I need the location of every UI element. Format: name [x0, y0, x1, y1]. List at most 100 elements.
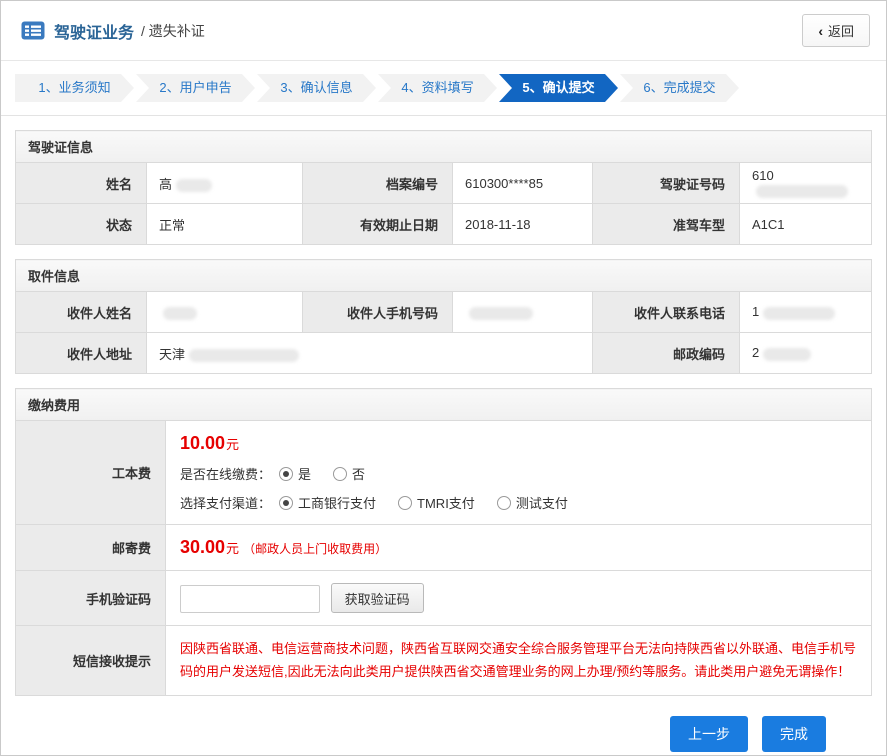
radio-pay-online-no[interactable]: 否: [333, 464, 365, 483]
field-value-expiry: 2018-11-18: [453, 204, 593, 245]
table-row: 姓名 高 档案编号 610300****85 驾驶证号码 610: [16, 163, 872, 204]
field-value-status: 正常: [147, 204, 303, 245]
sms-code-input[interactable]: [180, 585, 320, 613]
field-value-license-number: 610: [740, 163, 872, 204]
field-value-recipient-name: [147, 292, 303, 333]
page-subtitle: / 遗失补证: [141, 21, 205, 41]
field-label-postal-code: 邮政编码: [593, 333, 740, 374]
field-label-status: 状态: [16, 204, 147, 245]
radio-label: 工商银行支付: [298, 493, 376, 512]
fees-section-title: 缴纳费用: [16, 389, 872, 421]
field-value-postal-code: 2: [740, 333, 872, 374]
finish-button[interactable]: 完成: [762, 716, 826, 752]
license-info-table: 驾驶证信息 姓名 高 档案编号 610300****85 驾驶证号码 610 状…: [15, 130, 872, 245]
production-fee-unit: 元: [226, 437, 239, 452]
step-4-fill-info[interactable]: 4、资料填写: [378, 74, 497, 102]
radio-unchecked-icon: [497, 496, 511, 510]
field-label-recipient-phone: 收件人联系电话: [593, 292, 740, 333]
field-label-mailing-fee: 邮寄费: [16, 525, 166, 571]
field-label-file-number: 档案编号: [303, 163, 453, 204]
back-button[interactable]: ‹ 返回: [802, 14, 870, 47]
footer-actions: 上一步 完成: [15, 696, 872, 756]
sms-notice-cell: 因陕西省联通、电信运营商技术问题，陕西省互联网交通安全综合服务管理平台无法向持陕…: [166, 626, 872, 696]
field-value-recipient-address: 天津: [147, 333, 593, 374]
redaction-blur: [469, 307, 533, 320]
sms-code-content: 获取验证码: [166, 571, 872, 626]
pickup-info-section-title: 取件信息: [16, 260, 872, 292]
step-nav: 1、业务须知 2、用户申告 3、确认信息 4、资料填写 5、确认提交 6、完成提…: [1, 61, 886, 116]
page-title: 驾驶证业务: [54, 19, 134, 43]
production-fee-amount: 10.00: [180, 433, 225, 453]
fees-table: 缴纳费用 工本费 10.00元 是否在线缴费： 是: [15, 388, 872, 696]
step-6-complete-submit[interactable]: 6、完成提交: [620, 74, 739, 102]
mailing-fee-amount: 30.00: [180, 537, 225, 557]
step-2-user-declaration[interactable]: 2、用户申告: [136, 74, 255, 102]
step-1-business-notice[interactable]: 1、业务须知: [15, 74, 134, 102]
pay-channel-question: 选择支付渠道：: [180, 493, 271, 512]
radio-channel-tmri[interactable]: TMRI支付: [398, 493, 475, 512]
field-label-sms-notice: 短信接收提示: [16, 626, 166, 696]
production-fee-amount-line: 10.00元: [180, 433, 857, 454]
field-label-expiry: 有效期止日期: [303, 204, 453, 245]
license-info-section-title: 驾驶证信息: [16, 131, 872, 163]
radio-label: 测试支付: [516, 493, 568, 512]
radio-label: 否: [352, 464, 365, 483]
radio-unchecked-icon: [333, 467, 347, 481]
breadcrumb: 驾驶证业务 / 遗失补证: [21, 19, 205, 43]
radio-checked-icon: [279, 496, 293, 510]
section-header-row: 驾驶证信息: [16, 131, 872, 163]
redaction-blur: [176, 179, 212, 192]
pickup-info-table: 取件信息 收件人姓名 收件人手机号码 收件人联系电话 1 收件人地址 天津 邮政…: [15, 259, 872, 374]
license-service-icon: [21, 21, 45, 40]
table-row: 手机验证码 获取验证码: [16, 571, 872, 626]
mailing-fee-unit: 元: [226, 541, 239, 556]
table-row: 收件人姓名 收件人手机号码 收件人联系电话 1: [16, 292, 872, 333]
get-sms-code-button[interactable]: 获取验证码: [331, 583, 424, 613]
redaction-blur: [756, 185, 848, 198]
redaction-blur: [763, 348, 811, 361]
redaction-blur: [163, 307, 197, 320]
field-value-vehicle-class: A1C1: [740, 204, 872, 245]
field-label-recipient-mobile: 收件人手机号码: [303, 292, 453, 333]
radio-channel-icbc[interactable]: 工商银行支付: [279, 493, 376, 512]
field-value-name: 高: [147, 163, 303, 204]
table-row: 收件人地址 天津 邮政编码 2: [16, 333, 872, 374]
field-label-production-fee: 工本费: [16, 421, 166, 525]
page: 驾驶证业务 / 遗失补证 ‹ 返回 1、业务须知 2、用户申告 3、确认信息 4…: [0, 0, 887, 756]
field-label-recipient-address: 收件人地址: [16, 333, 147, 374]
field-value-file-number: 610300****85: [453, 163, 593, 204]
pay-online-question: 是否在线缴费：: [180, 464, 271, 483]
section-header-row: 取件信息: [16, 260, 872, 292]
field-label-license-number: 驾驶证号码: [593, 163, 740, 204]
redaction-blur: [189, 349, 299, 362]
table-row: 邮寄费 30.00元 （邮政人员上门收取费用）: [16, 525, 872, 571]
field-value-recipient-mobile: [453, 292, 593, 333]
pay-online-option-line: 是否在线缴费： 是 否: [180, 464, 857, 483]
field-label-vehicle-class: 准驾车型: [593, 204, 740, 245]
production-fee-content: 10.00元 是否在线缴费： 是 否 选择支: [166, 421, 872, 525]
radio-pay-online-yes[interactable]: 是: [279, 464, 311, 483]
table-row: 短信接收提示 因陕西省联通、电信运营商技术问题，陕西省互联网交通安全综合服务管理…: [16, 626, 872, 696]
step-5-confirm-submit[interactable]: 5、确认提交: [499, 74, 618, 102]
mailing-fee-content: 30.00元 （邮政人员上门收取费用）: [166, 525, 872, 571]
pay-channel-option-line: 选择支付渠道： 工商银行支付 TMRI支付 测试支付: [180, 493, 857, 512]
field-label-sms-code: 手机验证码: [16, 571, 166, 626]
sms-notice-text: 因陕西省联通、电信运营商技术问题，陕西省互联网交通安全综合服务管理平台无法向持陕…: [178, 626, 859, 695]
radio-label: TMRI支付: [417, 493, 475, 512]
field-value-recipient-phone: 1: [740, 292, 872, 333]
back-button-label: 返回: [828, 21, 854, 40]
field-label-name: 姓名: [16, 163, 147, 204]
table-row: 工本费 10.00元 是否在线缴费： 是 否: [16, 421, 872, 525]
section-header-row: 缴纳费用: [16, 389, 872, 421]
radio-checked-icon: [279, 467, 293, 481]
redaction-blur: [763, 307, 835, 320]
mailing-fee-note: （邮政人员上门收取费用）: [243, 542, 387, 556]
step-3-confirm-info[interactable]: 3、确认信息: [257, 74, 376, 102]
field-label-recipient-name: 收件人姓名: [16, 292, 147, 333]
radio-channel-test[interactable]: 测试支付: [497, 493, 568, 512]
main-content: 驾驶证信息 姓名 高 档案编号 610300****85 驾驶证号码 610 状…: [1, 130, 886, 756]
radio-label: 是: [298, 464, 311, 483]
chevron-left-icon: ‹: [818, 24, 823, 38]
radio-unchecked-icon: [398, 496, 412, 510]
prev-step-button[interactable]: 上一步: [670, 716, 748, 752]
